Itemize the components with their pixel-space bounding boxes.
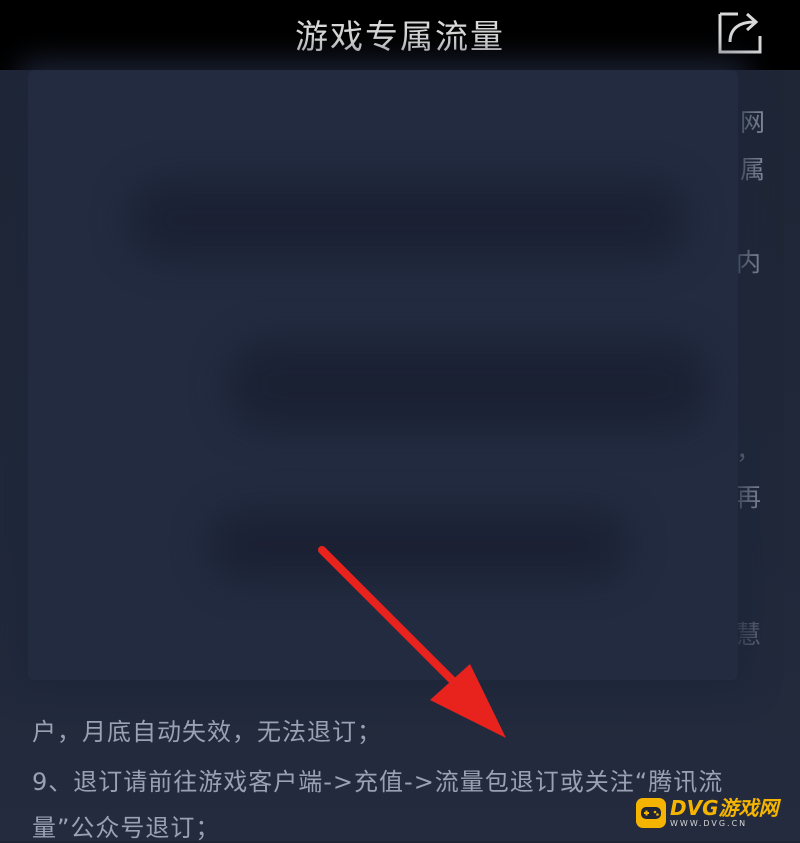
blurred-content-panel — [28, 70, 738, 680]
side-text-fragment: 内 — [736, 248, 762, 277]
watermark-brand: DVG游戏网 — [670, 796, 779, 820]
terms-line: 户，月底自动失效，无法退订； — [32, 718, 382, 746]
share-icon — [718, 12, 762, 54]
blur-band — [228, 340, 708, 430]
side-text-fragment: 慧 — [736, 620, 762, 649]
blur-band — [208, 510, 628, 580]
side-text-fragment: 属 — [740, 155, 766, 184]
blur-band — [128, 180, 688, 260]
terms-line: 量”公众号退订； — [32, 814, 221, 842]
watermark: DVG游戏网 WWW.DVG.CN — [636, 793, 786, 833]
page-title: 游戏专属流量 — [295, 17, 505, 56]
top-bar: 游戏专属流量 — [0, 0, 800, 70]
side-text-fragment: 网 — [740, 108, 766, 137]
terms-line: 9、退订请前往游戏客户端->充值->流量包退订或关注“腾讯流 — [32, 768, 724, 796]
watermark-url: WWW.DVG.CN — [670, 819, 748, 828]
side-text-fragment: ， — [736, 436, 762, 465]
side-text-fragment: 再 — [736, 483, 762, 512]
share-button[interactable] — [716, 8, 764, 56]
gamepad-icon — [636, 798, 666, 828]
